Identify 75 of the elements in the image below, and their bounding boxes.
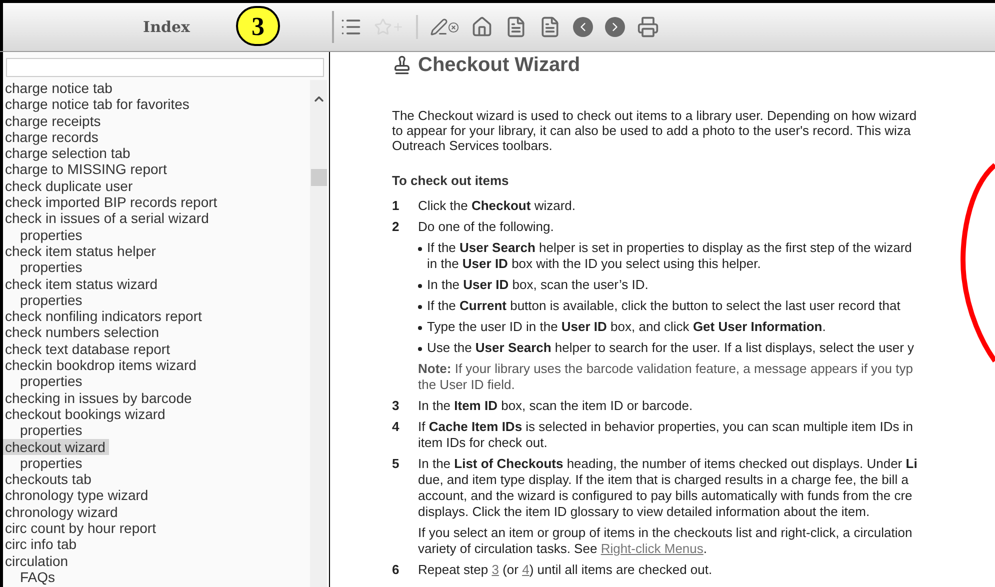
index-entry[interactable]: circ info tab	[3, 536, 81, 553]
topic-title: Checkout Wizard	[418, 53, 580, 78]
index-search-field[interactable]	[6, 58, 324, 77]
index-entry[interactable]: check text database report	[3, 340, 174, 358]
bullet-text: If the User Search helper is set in properties to display as the first step of the wizard in the User ID box with the ID you select using this helper.	[427, 240, 912, 272]
index-entry[interactable]: properties	[3, 292, 86, 308]
scrollbar[interactable]	[310, 80, 327, 587]
document-icon[interactable]	[539, 16, 561, 38]
step-number: 4	[392, 419, 400, 436]
index-entry[interactable]: chronology type wizard	[3, 487, 152, 504]
index-entry[interactable]: charge to MISSING report	[3, 161, 171, 178]
step-text: If Cache Item IDs is selected in behavior properties, you can scan multiple item IDs in item IDs for check out.	[418, 419, 913, 451]
step-text: Click the Checkout wizard.	[418, 198, 576, 214]
index-entry[interactable]: charge notice tab for favorites	[3, 96, 194, 113]
index-entry[interactable]: check imported BIP records report	[3, 194, 222, 210]
index-entry[interactable]: check item status wizard	[3, 276, 162, 292]
index-entry[interactable]: circ count by hour report	[3, 520, 160, 536]
step-number: 5	[392, 456, 400, 473]
help-link[interactable]: 3	[492, 562, 499, 577]
index-entry[interactable]: check numbers selection	[3, 324, 164, 341]
step-text: In the List of Checkouts heading, the number of items checked out displays. Under Li due, and item type display. If the item that is charged results in a charge fee, the bill a account, and the wizard is configured to pay bills automatically with funds from the cre displays. Click the item ID glossary to view detailed information about the item.	[418, 456, 918, 520]
index-entry[interactable]: check in issues of a serial wizard	[3, 210, 213, 227]
step-text: Repeat step 3 (or 4) until all items are checked out.	[418, 562, 712, 578]
toolbar-separator	[416, 15, 418, 39]
bullet-icon	[418, 247, 422, 251]
index-entry[interactable]: checkout wizard	[3, 438, 110, 455]
bullet-icon	[418, 326, 422, 330]
step-number: 3	[392, 398, 400, 414]
bullet-text: Type the user ID in the User ID box, and click Get User Information.	[427, 319, 826, 335]
index-entry[interactable]: properties	[3, 259, 86, 276]
step-text: In the Item ID box, scan the item ID or barcode.	[418, 398, 693, 414]
help-link[interactable]: Right-click Menus	[600, 541, 704, 556]
scroll-thumb[interactable]	[310, 169, 326, 186]
index-entry[interactable]: checkouts tab	[3, 471, 96, 488]
index-entry[interactable]: checking in issues by barcode	[3, 390, 196, 406]
note-text: Note: If your library uses the barcode validation feature, a message appears if you typ the User ID field.	[418, 361, 914, 393]
help-link[interactable]: 4	[522, 562, 530, 577]
step-number: 1	[392, 198, 400, 214]
forward-icon[interactable]	[605, 17, 625, 37]
bullet-text: In the User ID box, scan the user’s ID.	[427, 277, 648, 293]
bullet-icon	[418, 284, 422, 288]
stamp-icon	[392, 55, 412, 75]
callout-badge: 3	[236, 6, 280, 46]
index-entry[interactable]: checkin bookdrop items wizard	[3, 357, 200, 374]
bullet-text: Use the User Search helper to search for the user. If a list displays, select the user y	[427, 340, 914, 356]
back-icon[interactable]	[573, 17, 593, 37]
index-entry[interactable]: charge selection tab	[3, 145, 134, 162]
panel-title: Index	[143, 16, 190, 38]
bullet-icon	[418, 305, 422, 309]
home-icon[interactable]	[471, 16, 493, 38]
index-entry[interactable]: chronology wizard	[3, 504, 122, 520]
index-entry[interactable]: checkout bookings wizard	[3, 406, 170, 422]
index-entry[interactable]: charge receipts	[3, 112, 105, 129]
index-entry[interactable]: properties	[3, 373, 86, 390]
intro-paragraph: The Checkout wizard is used to check out items to a library user. Depending on how wizard to appear for your library, it can also be used to add a photo to the user's record. This wiza Outreach Services toolbars.	[392, 108, 918, 153]
index-entry[interactable]: charge records	[3, 128, 102, 146]
index-entry[interactable]: check nonfiling indicators report	[3, 308, 206, 324]
index-entry[interactable]: check item status helper	[3, 242, 160, 260]
index-entry[interactable]: charge notice tab	[3, 80, 116, 96]
index-entry[interactable]: properties	[3, 226, 86, 243]
index-entry[interactable]: properties	[3, 454, 86, 472]
index-entry[interactable]: check duplicate user	[3, 178, 137, 194]
step-text: Do one of the following.	[418, 219, 554, 235]
index-entry[interactable]: properties	[3, 422, 86, 439]
index-entry[interactable]: FAQs	[3, 568, 60, 586]
bullet-text: If the Current button is available, click the button to select the last user record that	[427, 298, 900, 314]
step-paragraph: If you select an item or group of items in the checkouts list and right-click, a circulation variety of circulation tasks. See Right-click Menus.	[418, 525, 914, 557]
step-number: 6	[392, 562, 400, 578]
pen-x-icon[interactable]	[430, 18, 459, 36]
document-icon[interactable]	[505, 16, 527, 38]
index-entry[interactable]: circulation	[3, 552, 72, 569]
step-number: 2	[392, 219, 400, 235]
section-heading: To check out items	[392, 173, 510, 188]
print-icon[interactable]	[637, 16, 659, 38]
bullet-icon	[418, 347, 422, 351]
